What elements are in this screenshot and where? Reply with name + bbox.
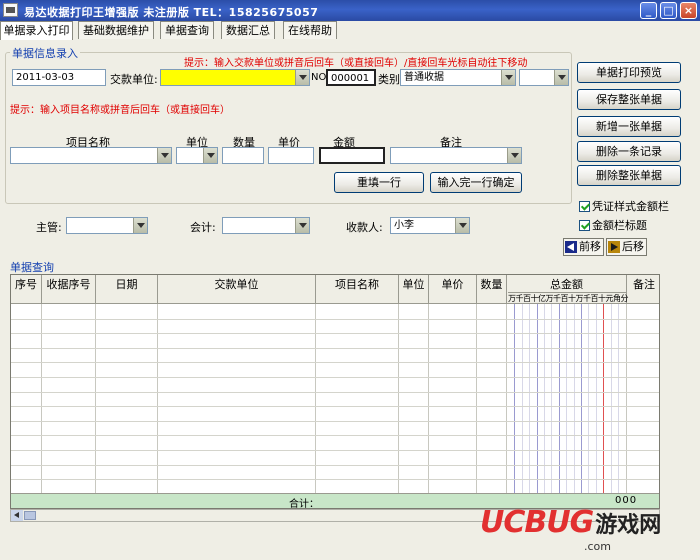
voucher-style-checkbox[interactable]: 凭证样式金额栏 xyxy=(579,198,669,214)
payer-hint: 提示：输入交款单位或拼音后回车（或直接回车）/直接回车光标自动往下移动 xyxy=(184,58,528,69)
table-row[interactable] xyxy=(11,435,659,437)
confirm-row-button[interactable]: 输入完一行确定 xyxy=(430,172,522,193)
tab-help[interactable]: 在线帮助 xyxy=(283,21,337,39)
reset-row-button[interactable]: 重填一行 xyxy=(334,172,424,193)
tab-entry-print[interactable]: 单据录入打印 xyxy=(0,21,73,40)
manager-combo[interactable] xyxy=(66,217,148,234)
arrow-right-icon xyxy=(608,241,620,253)
watermark-cn: 游戏网 xyxy=(595,513,662,538)
chevron-down-icon[interactable] xyxy=(203,148,217,163)
item-price-input[interactable] xyxy=(268,147,314,164)
entry-section-title: 单据信息录入 xyxy=(10,45,80,61)
chevron-down-icon[interactable] xyxy=(455,218,469,233)
table-row[interactable] xyxy=(11,347,659,349)
move-next-label: 后移 xyxy=(622,240,644,253)
scroll-left-icon[interactable] xyxy=(11,510,23,521)
chevron-down-icon[interactable] xyxy=(554,70,568,85)
item-unit-combo[interactable] xyxy=(176,147,218,164)
chevron-down-icon[interactable] xyxy=(157,148,171,163)
accountant-label: 会计: xyxy=(190,221,216,234)
col-header-unit: 单位 xyxy=(399,275,429,304)
title-bar: 易达收据打印王增强版 未注册版 TEL：15825675057 _ □ × xyxy=(0,0,700,21)
arrow-left-icon xyxy=(565,241,577,253)
table-row[interactable] xyxy=(11,479,659,481)
item-hint: 提示：输入项目名称或拼音后回车（或直接回车） xyxy=(10,105,230,116)
item-name-combo[interactable] xyxy=(10,147,172,164)
checkmark-icon xyxy=(579,220,590,231)
chevron-down-icon[interactable] xyxy=(295,70,309,85)
query-grid[interactable]: 序号 收据序号 日期 交款单位 项目名称 单位 单价 数量 总金额 备注 万千百… xyxy=(10,274,660,509)
close-button[interactable]: × xyxy=(680,2,697,19)
minimize-button[interactable]: _ xyxy=(640,2,657,19)
col-header-date: 日期 xyxy=(96,275,158,304)
payer-label: 交款单位: xyxy=(110,73,158,86)
payee-label: 收款人: xyxy=(346,221,383,234)
date-input[interactable]: 2011-03-03 xyxy=(12,69,106,86)
table-row[interactable] xyxy=(11,377,659,378)
window-title: 易达收据打印王增强版 未注册版 TEL：15825675057 xyxy=(24,6,319,19)
tab-basic-data[interactable]: 基础数据维护 xyxy=(78,21,154,39)
chevron-down-icon[interactable] xyxy=(507,148,521,163)
voucher-style-label: 凭证样式金额栏 xyxy=(592,200,669,213)
save-receipt-button[interactable]: 保存整张单据 xyxy=(577,89,681,110)
payee-value: 小李 xyxy=(394,220,414,231)
item-note-combo[interactable] xyxy=(390,147,522,164)
table-row[interactable] xyxy=(11,333,659,335)
category-label: 类别 xyxy=(378,73,400,86)
scroll-thumb[interactable] xyxy=(24,511,36,520)
main-tabs: 单据录入打印 基础数据维护 单据查询 数据汇总 在线帮助 xyxy=(0,21,700,40)
col-header-qty: 数量 xyxy=(477,275,507,304)
chevron-down-icon[interactable] xyxy=(133,218,147,233)
table-row[interactable] xyxy=(11,406,659,408)
new-receipt-button[interactable]: 新增一张单据 xyxy=(577,116,681,137)
print-preview-button[interactable]: 单据打印预览 xyxy=(577,62,681,83)
manager-label: 主管: xyxy=(36,221,62,234)
item-amount-input[interactable] xyxy=(319,147,385,164)
item-qty-input[interactable] xyxy=(222,147,264,164)
delete-record-button[interactable]: 删除一条记录 xyxy=(577,141,681,162)
col-header-payer: 交款单位 xyxy=(158,275,316,304)
maximize-button[interactable]: □ xyxy=(660,2,677,19)
chevron-down-icon[interactable] xyxy=(501,70,515,85)
table-row[interactable] xyxy=(11,362,659,364)
category-extra-combo[interactable] xyxy=(519,69,569,86)
tab-summary[interactable]: 数据汇总 xyxy=(221,21,275,39)
total-label: 合计： xyxy=(289,499,319,509)
move-prev-label: 前移 xyxy=(579,240,601,253)
tab-query[interactable]: 单据查询 xyxy=(160,21,214,39)
amount-title-label: 金额栏标题 xyxy=(592,219,647,232)
table-row[interactable] xyxy=(11,464,659,466)
move-next-button[interactable]: 后移 xyxy=(606,238,647,256)
query-section-title: 单据查询 xyxy=(10,261,54,274)
checkmark-icon xyxy=(579,201,590,212)
watermark-brand: UCBUG xyxy=(480,505,594,540)
table-row[interactable] xyxy=(11,420,659,422)
col-header-price: 单价 xyxy=(429,275,477,304)
payee-combo[interactable]: 小李 xyxy=(390,217,470,234)
grid-header: 序号 收据序号 日期 交款单位 项目名称 单位 单价 数量 总金额 备注 万千百… xyxy=(11,275,659,304)
table-row[interactable] xyxy=(11,318,659,320)
ucbug-watermark: UCBUG游戏网 .com xyxy=(480,505,662,553)
payer-combo[interactable] xyxy=(160,69,310,86)
watermark-url: .com xyxy=(584,540,611,553)
chevron-down-icon[interactable] xyxy=(295,218,309,233)
delete-receipt-button[interactable]: 删除整张单据 xyxy=(577,165,681,186)
accountant-combo[interactable] xyxy=(222,217,310,234)
category-value: 普通收据 xyxy=(404,72,444,83)
table-row[interactable] xyxy=(11,391,659,393)
col-header-note: 备注 xyxy=(633,278,655,291)
move-prev-button[interactable]: 前移 xyxy=(563,238,604,256)
category-combo[interactable]: 普通收据 xyxy=(400,69,516,86)
col-header-item: 项目名称 xyxy=(316,275,399,304)
table-row[interactable] xyxy=(11,450,659,451)
digit-units-header: 万千百十亿万千百十万千百十元角分 xyxy=(508,292,629,303)
receipt-no-input[interactable]: 000001 xyxy=(326,69,376,86)
app-icon xyxy=(3,3,18,17)
amount-title-checkbox[interactable]: 金额栏标题 xyxy=(579,217,647,233)
col-header-seq: 序号 xyxy=(11,275,42,304)
col-header-receipt-no: 收据序号 xyxy=(42,275,96,304)
